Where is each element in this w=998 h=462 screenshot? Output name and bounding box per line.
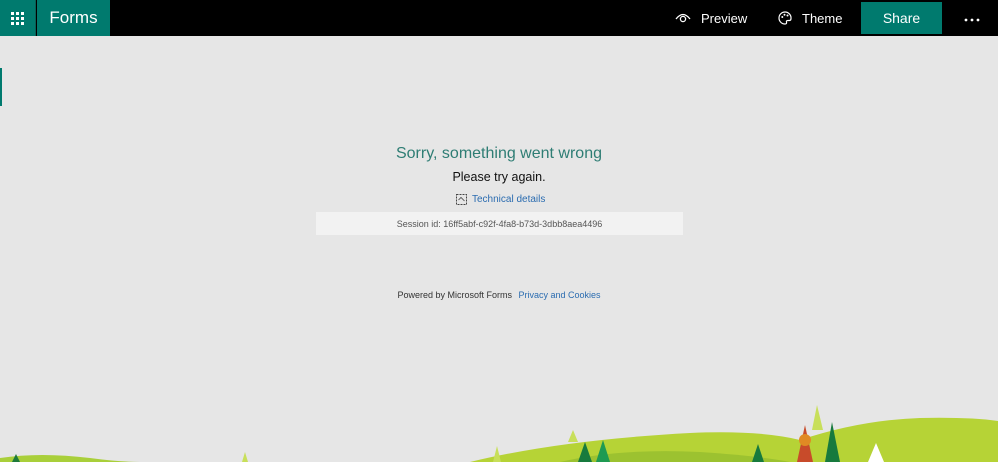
- share-button[interactable]: Share: [861, 2, 942, 34]
- app-launcher-button[interactable]: [0, 0, 36, 36]
- privacy-link[interactable]: Privacy and Cookies: [519, 290, 601, 300]
- technical-details-link[interactable]: Technical details: [456, 191, 545, 207]
- eye-icon: [675, 12, 691, 24]
- preview-button[interactable]: Preview: [675, 0, 747, 36]
- app-launcher-icon: [11, 11, 24, 25]
- error-message: Please try again.: [452, 170, 546, 184]
- theme-button[interactable]: Theme: [778, 0, 842, 36]
- more-options-icon: [964, 9, 980, 27]
- error-title: Sorry, something went wrong: [395, 145, 602, 162]
- technical-details-label: Technical details: [472, 193, 546, 205]
- powered-by-text: Powered by Microsoft Forms: [397, 290, 512, 300]
- theme-label: Theme: [802, 10, 843, 26]
- app-name[interactable]: Forms: [37, 0, 110, 36]
- left-accent-marker: [0, 68, 2, 106]
- preview-label: Preview: [701, 10, 748, 26]
- footer: Powered by Microsoft Forms Privacy and C…: [0, 290, 998, 300]
- details-icon: [456, 193, 467, 205]
- top-bar: Forms Preview Theme Share: [0, 0, 998, 36]
- session-id-box: Session id: 16ff5abf-c92f-4fa8-b73d-3dbb…: [316, 212, 683, 235]
- palette-icon: [778, 11, 792, 25]
- landscape-illustration: [0, 405, 998, 462]
- more-options-button[interactable]: [958, 0, 986, 36]
